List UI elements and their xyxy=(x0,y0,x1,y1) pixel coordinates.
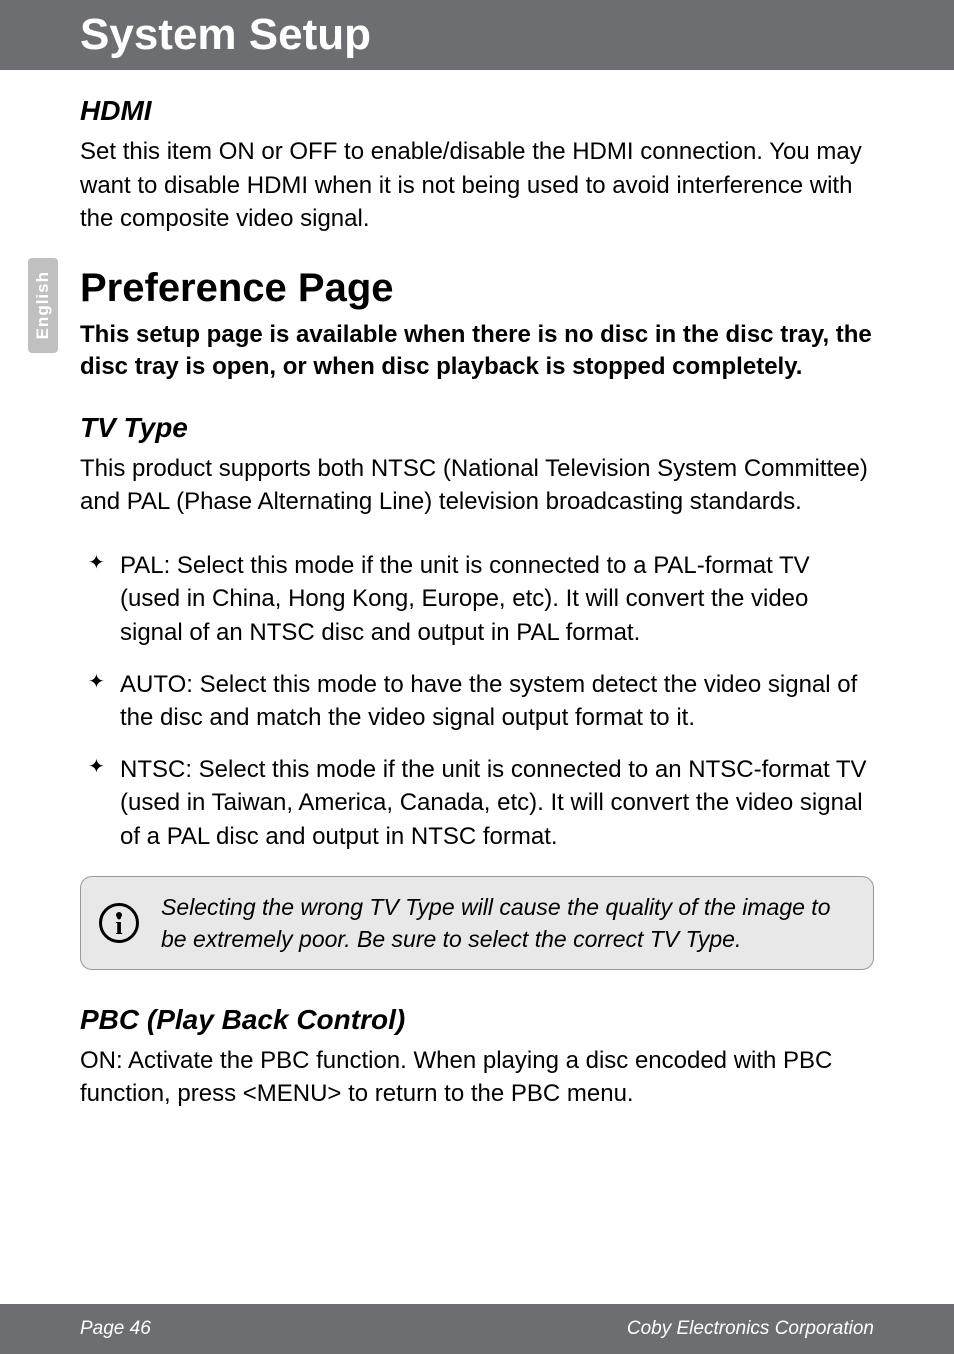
language-tab-label: English xyxy=(33,271,53,339)
preference-note: This setup page is available when there … xyxy=(80,319,874,384)
preference-heading: Preference Page xyxy=(80,266,874,311)
pbc-heading: PBC (Play Back Control) xyxy=(80,1004,874,1036)
footer-page-number: Page 46 xyxy=(80,1318,151,1340)
list-item: AUTO: Select this mode to have the syste… xyxy=(80,668,874,735)
info-box: i Selecting the wrong TV Type will cause… xyxy=(80,876,874,970)
tvtype-body: This product supports both NTSC (Nationa… xyxy=(80,452,874,519)
hdmi-body: Set this item ON or OFF to enable/disabl… xyxy=(80,135,874,236)
tvtype-bullets: PAL: Select this mode if the unit is con… xyxy=(80,549,874,854)
info-icon-letter: i xyxy=(115,911,122,941)
language-tab: English xyxy=(28,258,58,353)
header-bar: System Setup xyxy=(0,0,954,70)
info-icon: i xyxy=(99,903,139,943)
footer-company: Coby Electronics Corporation xyxy=(627,1318,874,1340)
list-item: NTSC: Select this mode if the unit is co… xyxy=(80,753,874,854)
list-item: PAL: Select this mode if the unit is con… xyxy=(80,549,874,650)
info-text: Selecting the wrong TV Type will cause t… xyxy=(161,891,853,955)
footer: Page 46 Coby Electronics Corporation xyxy=(0,1304,954,1354)
hdmi-heading: HDMI xyxy=(80,95,874,127)
page-title: System Setup xyxy=(80,10,371,59)
tvtype-heading: TV Type xyxy=(80,412,874,444)
pbc-body: ON: Activate the PBC function. When play… xyxy=(80,1044,874,1111)
content-area: HDMI Set this item ON or OFF to enable/d… xyxy=(0,70,954,1111)
